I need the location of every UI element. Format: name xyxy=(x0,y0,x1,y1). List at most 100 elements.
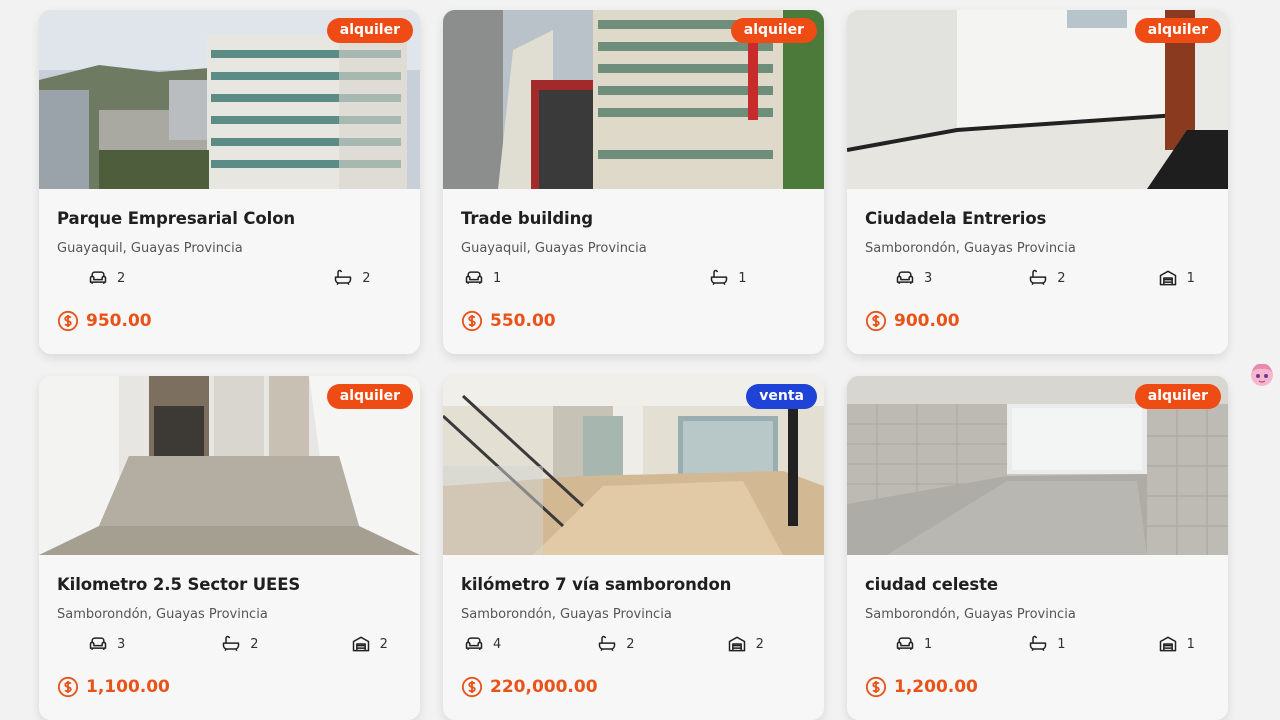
garage-icon xyxy=(1159,270,1176,286)
bathrooms-count: 2 xyxy=(1057,270,1066,286)
sofa-icon xyxy=(89,271,107,284)
listing-features: 1 1 1 xyxy=(865,634,1210,654)
bathrooms-feature: 2 xyxy=(221,634,259,654)
listing-card[interactable]: venta kilómetro 7 vía samborondon Sambor… xyxy=(443,376,824,720)
dollar-coin-icon xyxy=(461,310,483,332)
parking-feature: 1 xyxy=(1158,634,1195,654)
bathrooms-count: 2 xyxy=(362,270,371,286)
listing-location: Samborondón, Guayas Provincia xyxy=(461,607,672,622)
bathtub-icon xyxy=(335,269,352,286)
bedrooms-count: 3 xyxy=(924,270,933,286)
price-value: 1,100.00 xyxy=(86,677,170,697)
listing-photo[interactable]: alquiler xyxy=(847,10,1228,189)
listing-card[interactable]: alquiler ciudad celeste Samborondón, Gua… xyxy=(847,376,1228,720)
bathtub-icon xyxy=(1030,635,1047,652)
listing-photo[interactable]: alquiler xyxy=(39,376,420,555)
bathrooms-count: 2 xyxy=(626,636,635,652)
listing-title[interactable]: Trade building xyxy=(461,209,806,228)
bathrooms-feature: 2 xyxy=(597,634,635,654)
listing-type-badge: alquiler xyxy=(326,18,413,43)
bathrooms-count: 2 xyxy=(250,636,259,652)
listing-title[interactable]: Kilometro 2.5 Sector UEES xyxy=(57,575,402,594)
bathtub-icon xyxy=(599,635,616,652)
bedrooms-count: 3 xyxy=(117,636,126,652)
listing-features: 2 2 xyxy=(57,268,402,288)
listing-title[interactable]: Parque Empresarial Colon xyxy=(57,209,402,228)
bedrooms-feature: 1 xyxy=(895,634,932,654)
garage-icon xyxy=(352,636,369,652)
listing-type-badge: venta xyxy=(746,384,817,409)
listing-photo[interactable]: alquiler xyxy=(39,10,420,189)
listing-location: Guayaquil, Guayas Provincia xyxy=(57,241,243,256)
listing-price: 1,100.00 xyxy=(57,676,402,698)
parking-count: 2 xyxy=(755,636,764,652)
listing-photo[interactable]: venta xyxy=(443,376,824,555)
parking-feature: 2 xyxy=(727,634,764,654)
listing-price: 1,200.00 xyxy=(865,676,1210,698)
price-value: 950.00 xyxy=(86,311,152,331)
bathtub-icon xyxy=(223,635,240,652)
listings-grid: alquiler Parque Empresarial Colon Guayaq… xyxy=(39,10,1228,720)
listing-location: Guayaquil, Guayas Provincia xyxy=(461,241,647,256)
listing-features: 3 2 2 xyxy=(57,634,402,654)
listing-card[interactable]: alquiler Trade building Guayaquil, Guaya… xyxy=(443,10,824,354)
listing-title[interactable]: Ciudadela Entrerios xyxy=(865,209,1210,228)
listing-features: 1 1 xyxy=(461,268,806,288)
mascot-avatar[interactable] xyxy=(1248,360,1276,388)
listing-photo[interactable]: alquiler xyxy=(847,376,1228,555)
dollar-coin-icon xyxy=(865,676,887,698)
bathrooms-feature: 2 xyxy=(333,268,371,288)
listing-price: 550.00 xyxy=(461,310,806,332)
listing-title[interactable]: ciudad celeste xyxy=(865,575,1210,594)
bedrooms-count: 4 xyxy=(493,636,502,652)
listing-features: 4 2 2 xyxy=(461,634,806,654)
price-value: 900.00 xyxy=(894,311,960,331)
sofa-icon xyxy=(465,271,483,284)
bedrooms-feature: 3 xyxy=(895,268,932,288)
listing-card[interactable]: alquiler Ciudadela Entrerios Samborondón… xyxy=(847,10,1228,354)
bathrooms-feature: 2 xyxy=(1028,268,1066,288)
listing-photo[interactable]: alquiler xyxy=(443,10,824,189)
parking-count: 2 xyxy=(379,636,388,652)
parking-feature: 2 xyxy=(351,634,388,654)
listing-card[interactable]: alquiler Kilometro 2.5 Sector UEES Sambo… xyxy=(39,376,420,720)
listing-location: Samborondón, Guayas Provincia xyxy=(865,241,1076,256)
listing-type-badge: alquiler xyxy=(1134,384,1221,409)
listing-location: Samborondón, Guayas Provincia xyxy=(865,607,1076,622)
parking-feature: 1 xyxy=(1158,268,1195,288)
dollar-coin-icon xyxy=(461,676,483,698)
parking-count: 1 xyxy=(1186,270,1195,286)
listing-location: Samborondón, Guayas Provincia xyxy=(57,607,268,622)
price-value: 220,000.00 xyxy=(490,677,598,697)
listing-features: 3 2 1 xyxy=(865,268,1210,288)
bathrooms-count: 1 xyxy=(738,270,747,286)
dollar-coin-icon xyxy=(57,310,79,332)
price-value: 1,200.00 xyxy=(894,677,978,697)
bedrooms-feature: 2 xyxy=(88,268,125,288)
bathrooms-feature: 1 xyxy=(709,268,747,288)
bedrooms-feature: 4 xyxy=(464,634,501,654)
bathrooms-count: 1 xyxy=(1057,636,1066,652)
bathrooms-feature: 1 xyxy=(1028,634,1066,654)
bedrooms-feature: 1 xyxy=(464,268,501,288)
bathtub-icon xyxy=(711,269,728,286)
bedrooms-count: 2 xyxy=(117,270,126,286)
listing-price: 900.00 xyxy=(865,310,1210,332)
listing-type-badge: alquiler xyxy=(326,384,413,409)
dollar-coin-icon xyxy=(865,310,887,332)
listing-price: 950.00 xyxy=(57,310,402,332)
sofa-icon xyxy=(896,637,914,650)
bedrooms-count: 1 xyxy=(924,636,933,652)
sofa-icon xyxy=(89,637,107,650)
parking-count: 1 xyxy=(1186,636,1195,652)
listing-type-badge: alquiler xyxy=(1134,18,1221,43)
price-value: 550.00 xyxy=(490,311,556,331)
dollar-coin-icon xyxy=(57,676,79,698)
bedrooms-count: 1 xyxy=(493,270,502,286)
bedrooms-feature: 3 xyxy=(88,634,125,654)
listing-type-badge: alquiler xyxy=(730,18,817,43)
listing-title[interactable]: kilómetro 7 vía samborondon xyxy=(461,575,806,594)
sofa-icon xyxy=(465,637,483,650)
garage-icon xyxy=(1159,636,1176,652)
listing-card[interactable]: alquiler Parque Empresarial Colon Guayaq… xyxy=(39,10,420,354)
